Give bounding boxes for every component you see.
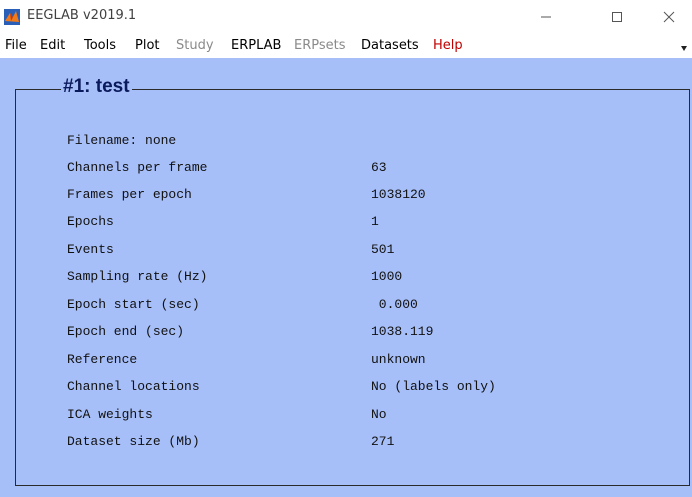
value-ica-weights: No	[371, 407, 387, 422]
label-sampling-rate: Sampling rate (Hz)	[67, 269, 208, 284]
filename-line: Filename: none	[67, 133, 177, 148]
matlab-logo-icon	[4, 9, 20, 25]
label-frames-per-epoch: Frames per epoch	[67, 187, 192, 202]
label-epochs: Epochs	[67, 214, 114, 229]
value-epoch-start: 0.000	[371, 297, 418, 312]
maximize-icon	[612, 11, 622, 22]
menu-file[interactable]: File	[5, 38, 27, 53]
menu-erplab[interactable]: ERPLAB	[231, 38, 281, 53]
menu-study[interactable]: Study	[176, 38, 214, 53]
menu-plot[interactable]: Plot	[135, 38, 160, 53]
label-channel-locations: Channel locations	[67, 379, 200, 394]
label-reference: Reference	[67, 352, 138, 367]
menu-bar: File Edit Tools Plot Study ERPLAB ERPset…	[0, 33, 692, 58]
label-channels-per-frame: Channels per frame	[67, 160, 208, 175]
value-epoch-end: 1038.119	[371, 324, 434, 339]
close-button[interactable]	[646, 0, 692, 33]
label-epoch-start: Epoch start (sec)	[67, 297, 200, 312]
overflow-arrow-icon[interactable]	[680, 44, 688, 52]
label-dataset-size: Dataset size (Mb)	[67, 434, 200, 449]
label-events: Events	[67, 242, 114, 257]
menu-tools[interactable]: Tools	[84, 38, 116, 53]
close-icon	[663, 11, 675, 22]
value-reference: unknown	[371, 352, 426, 367]
value-dataset-size: 271	[371, 434, 395, 449]
value-epochs: 1	[371, 214, 379, 229]
minimize-button[interactable]	[523, 0, 569, 33]
menu-help[interactable]: Help	[433, 38, 463, 53]
maximize-button[interactable]	[594, 0, 640, 33]
menu-erpsets[interactable]: ERPsets	[294, 38, 346, 53]
minimize-icon	[541, 16, 551, 17]
label-epoch-end: Epoch end (sec)	[67, 324, 185, 339]
value-channel-locations: No (labels only)	[371, 379, 496, 394]
window-title: EEGLAB v2019.1	[27, 8, 137, 23]
label-ica-weights: ICA weights	[67, 407, 153, 422]
value-frames-per-epoch: 1038120	[371, 187, 426, 202]
title-bar: EEGLAB v2019.1	[0, 0, 692, 33]
menu-edit[interactable]: Edit	[40, 38, 65, 53]
value-sampling-rate: 1000	[371, 269, 403, 284]
dataset-title: #1: test	[61, 76, 132, 98]
menu-datasets[interactable]: Datasets	[361, 38, 419, 53]
value-events: 501	[371, 242, 395, 257]
value-channels-per-frame: 63	[371, 160, 387, 175]
